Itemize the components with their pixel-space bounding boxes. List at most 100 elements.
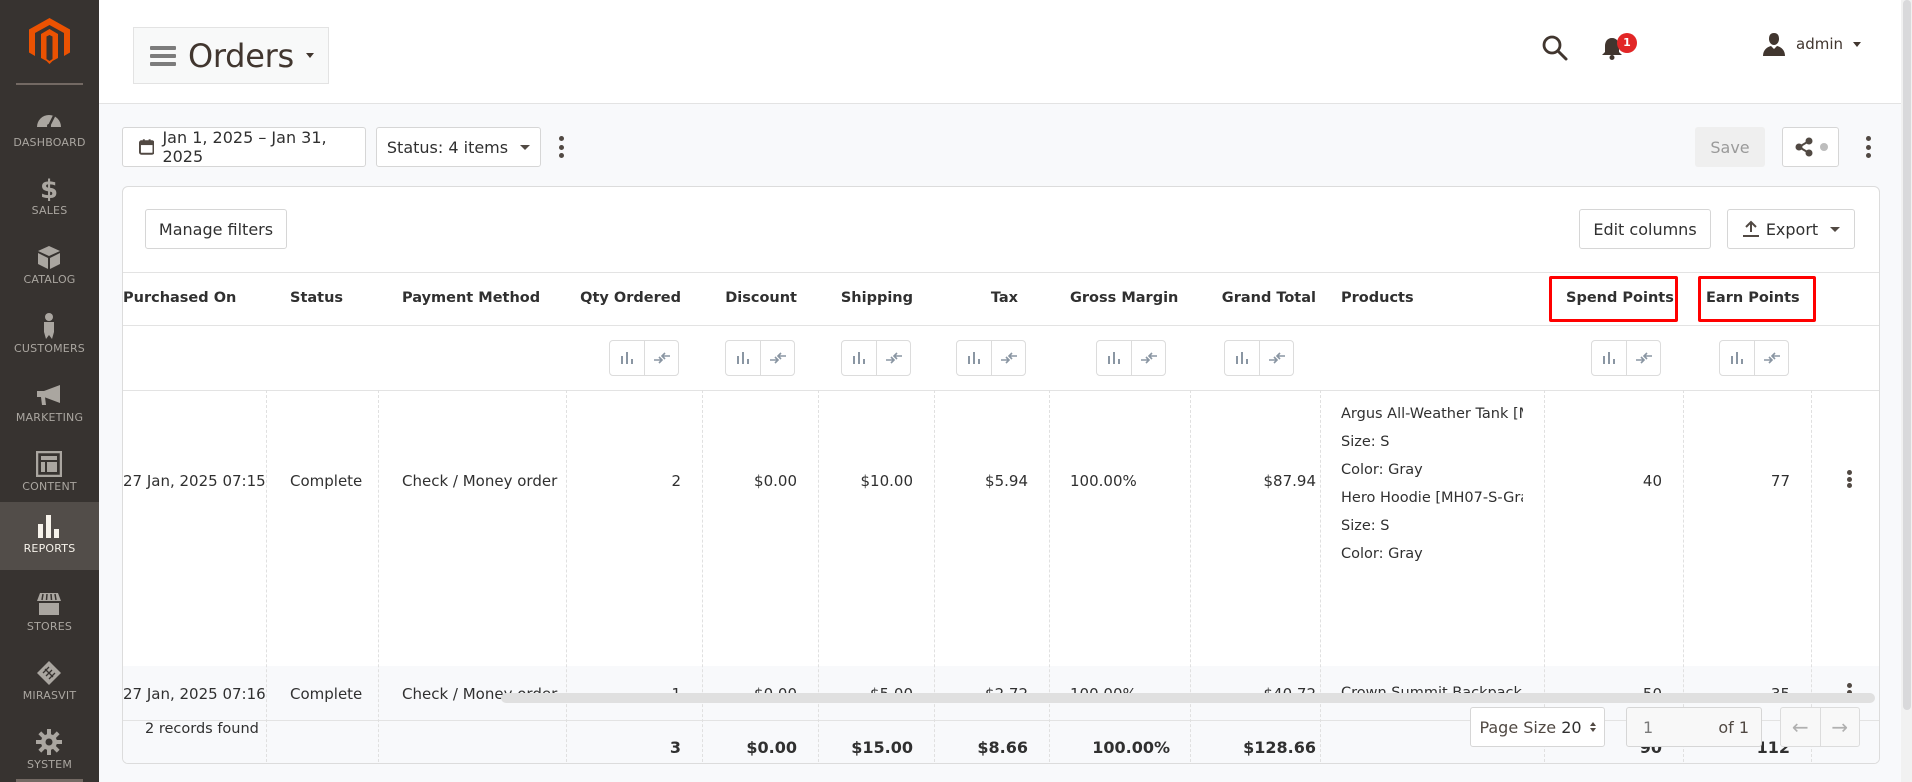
- cell-shipping: $10.00: [860, 472, 914, 490]
- search-icon[interactable]: [1541, 34, 1569, 62]
- compare-arrows-icon[interactable]: [644, 341, 678, 375]
- compare-arrows-icon[interactable]: [760, 341, 794, 375]
- sidebar-item-system[interactable]: SYSTEM: [0, 718, 99, 782]
- cell-payment-method: Check / Money order: [402, 472, 558, 490]
- product-line: Size: S: [1341, 518, 1390, 534]
- compare-arrows-icon[interactable]: [1626, 341, 1660, 375]
- cell-spend-points: 40: [1642, 472, 1662, 490]
- column-header-purchased-on[interactable]: Purchased On: [123, 272, 236, 325]
- compare-arrows-icon[interactable]: [1754, 341, 1788, 375]
- cell-purchased-on: 27 Jan, 2025 07:15: [123, 472, 266, 490]
- column-header-gross-margin[interactable]: Gross Margin: [1070, 272, 1178, 325]
- product-line: Color: Gray: [1341, 546, 1423, 562]
- aggregation-controls-gross-margin: [1096, 340, 1166, 376]
- aggregation-controls-earn-points: [1719, 340, 1789, 376]
- prev-page-arrow-icon[interactable]: ←: [1781, 708, 1820, 746]
- share-button[interactable]: [1782, 127, 1839, 167]
- records-count: 2 records found: [145, 721, 259, 737]
- sidebar-item-marketing[interactable]: MARKETING: [0, 371, 99, 439]
- highlight-box-earn-points: [1698, 276, 1816, 322]
- sidebar-item-catalog[interactable]: CATALOG: [0, 233, 99, 301]
- column-header-shipping[interactable]: Shipping: [803, 272, 913, 325]
- product-line: Color: Gray: [1341, 462, 1423, 478]
- sidebar-label: REPORTS: [23, 542, 76, 555]
- aggregation-controls-qty: [609, 340, 679, 376]
- bar-chart-icon[interactable]: [1592, 341, 1626, 375]
- bar-chart-icon[interactable]: [842, 341, 876, 375]
- sidebar-item-sales[interactable]: $ SALES: [0, 164, 99, 232]
- bar-chart-icon[interactable]: [1225, 341, 1259, 375]
- column-header-products[interactable]: Products: [1341, 272, 1414, 325]
- cell-earn-points: 77: [1770, 472, 1790, 490]
- compare-arrows-icon[interactable]: [1259, 341, 1293, 375]
- manage-filters-button[interactable]: Manage filters: [145, 209, 287, 249]
- total-grand-total: $128.66: [1243, 738, 1316, 757]
- caret-down-icon: [1830, 226, 1841, 232]
- column-header-qty-ordered[interactable]: Qty Ordered: [563, 272, 681, 325]
- compare-arrows-icon[interactable]: [876, 341, 910, 375]
- edit-columns-button[interactable]: Edit columns: [1579, 209, 1711, 249]
- page-header: Orders: [99, 0, 1912, 104]
- cell-status: Complete: [290, 685, 363, 703]
- page-options-kebab-icon[interactable]: [1863, 136, 1873, 158]
- share-icon: [1795, 137, 1812, 157]
- bar-chart-icon[interactable]: [1097, 341, 1131, 375]
- sidebar-item-reports[interactable]: REPORTS: [0, 502, 99, 570]
- horizontal-scrollbar[interactable]: [501, 693, 1875, 703]
- logo-divider: [16, 83, 83, 85]
- status-filter-dropdown[interactable]: Status: 4 items: [376, 127, 541, 167]
- bar-chart-icon[interactable]: [957, 341, 991, 375]
- report-switcher[interactable]: Orders: [133, 27, 329, 84]
- filter-options-kebab-icon[interactable]: [556, 136, 566, 158]
- magento-logo[interactable]: [29, 18, 70, 64]
- sidebar-label: DASHBOARD: [13, 136, 86, 149]
- column-header-discount[interactable]: Discount: [693, 272, 797, 325]
- sidebar-label: CUSTOMERS: [14, 342, 85, 355]
- page-size-select[interactable]: Page Size 20: [1470, 707, 1605, 747]
- export-button[interactable]: Export: [1727, 209, 1855, 249]
- sidebar-item-customers[interactable]: CUSTOMERS: [0, 302, 99, 370]
- total-pages-label: of 1: [1718, 717, 1749, 737]
- total-tax: $8.66: [977, 738, 1028, 757]
- user-icon: [1763, 33, 1785, 56]
- export-label: Export: [1765, 219, 1819, 239]
- page-scrollbar[interactable]: [1901, 0, 1912, 782]
- layout-icon: [36, 451, 62, 477]
- compare-arrows-icon[interactable]: [991, 341, 1025, 375]
- upload-icon: [1742, 220, 1759, 237]
- column-header-status[interactable]: Status: [290, 272, 343, 325]
- box-icon: [38, 246, 60, 269]
- next-page-arrow-icon[interactable]: →: [1819, 708, 1860, 746]
- page-scrollbar-thumb[interactable]: [1903, 0, 1911, 710]
- column-header-grand-total[interactable]: Grand Total: [1193, 272, 1316, 325]
- sidebar-label: CONTENT: [22, 480, 77, 493]
- report-panel: Manage filters Edit columns Export Purch…: [122, 186, 1880, 764]
- notification-badge[interactable]: 1: [1617, 33, 1637, 53]
- product-line: Size: S: [1341, 434, 1390, 450]
- sidebar-item-mirasvit[interactable]: MIRASVIT: [0, 649, 99, 717]
- user-menu[interactable]: admin: [1762, 32, 1861, 56]
- column-header-payment-method[interactable]: Payment Method: [402, 272, 540, 325]
- sidebar-label: STORES: [26, 620, 73, 633]
- storefront-icon: [37, 593, 61, 615]
- row-actions-kebab-icon[interactable]: [1844, 470, 1854, 488]
- bar-chart-icon[interactable]: [1720, 341, 1754, 375]
- sidebar-item-content[interactable]: CONTENT: [0, 440, 99, 508]
- save-button[interactable]: Save: [1695, 127, 1765, 167]
- person-icon: [44, 313, 54, 339]
- sidebar-item-dashboard[interactable]: DASHBOARD: [0, 96, 99, 164]
- sidebar-label: MIRASVIT: [22, 689, 77, 702]
- compare-arrows-icon[interactable]: [1131, 341, 1165, 375]
- bar-chart-icon[interactable]: [610, 341, 644, 375]
- sidebar-label: MARKETING: [15, 411, 84, 424]
- product-line: Argus All-Weather Tank [M: [1341, 406, 1523, 422]
- caret-down-icon: [1853, 41, 1861, 47]
- status-filter-label: Status: 4 items: [386, 137, 509, 157]
- current-page-input[interactable]: 1 of 1: [1626, 707, 1762, 747]
- column-header-tax[interactable]: Tax: [913, 272, 1018, 325]
- bar-chart-icon[interactable]: [726, 341, 760, 375]
- sidebar-item-stores[interactable]: STORES: [0, 580, 99, 648]
- aggregation-controls-grand-total: [1224, 340, 1294, 376]
- date-range-picker[interactable]: Jan 1, 2025 – Jan 31, 2025: [122, 127, 366, 167]
- megaphone-icon: [37, 385, 60, 405]
